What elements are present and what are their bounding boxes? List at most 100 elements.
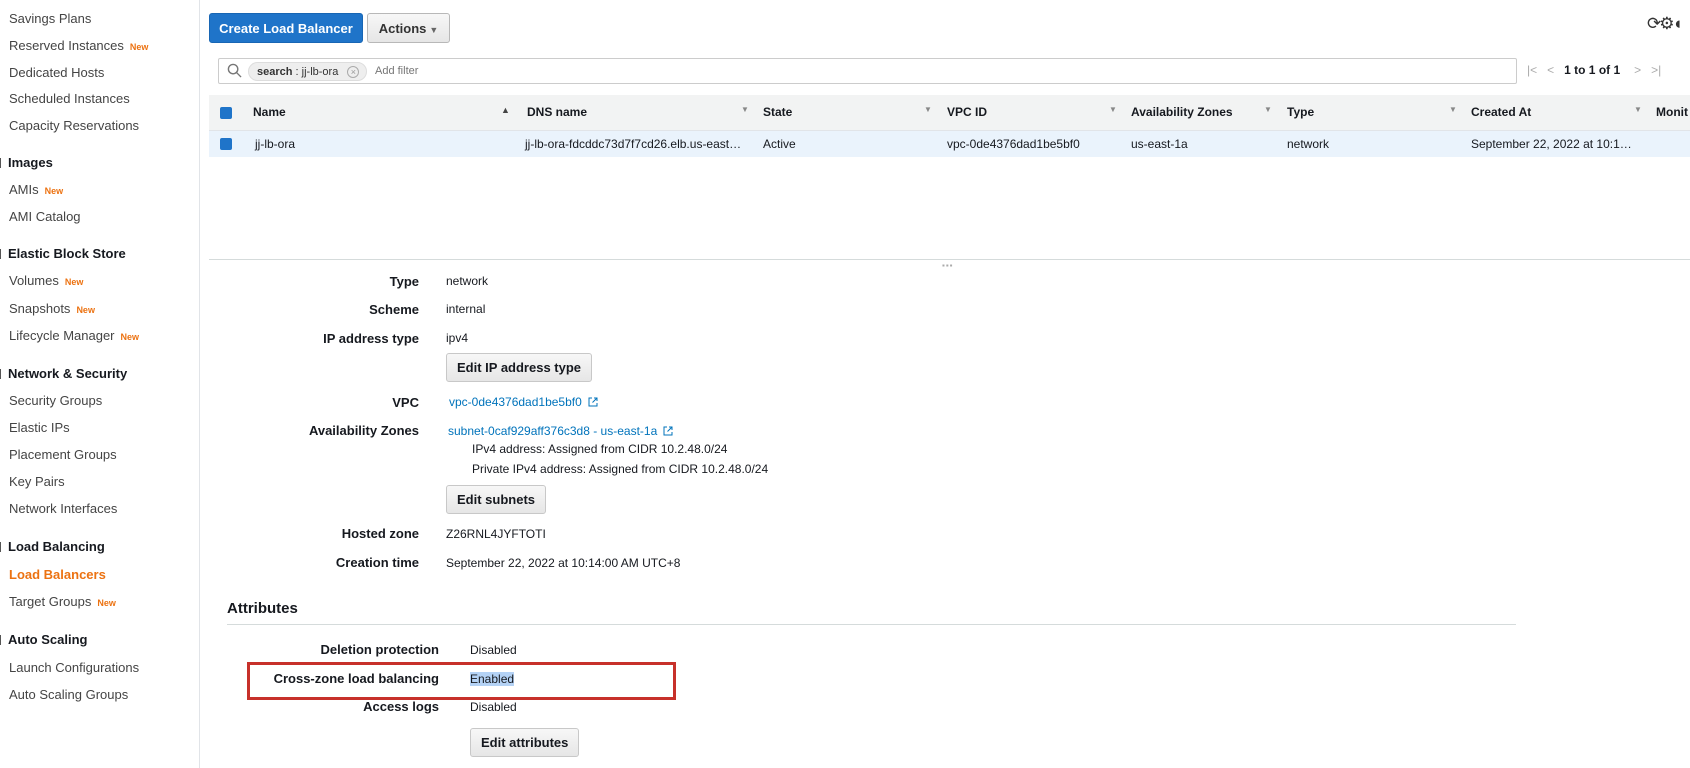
- settings-icon[interactable]: ⚙: [1659, 14, 1674, 33]
- attributes-heading: Attributes: [227, 600, 298, 617]
- filter-bar[interactable]: search : jj-lb-ora ×: [218, 58, 1517, 84]
- external-link-icon: [663, 426, 673, 436]
- attributes-divider: [227, 624, 1516, 625]
- chevron-down-icon: ▼: [429, 24, 439, 35]
- sidebar-section-network-security[interactable]: Network & Security: [0, 366, 127, 381]
- column-monitoring[interactable]: Monit: [1656, 105, 1688, 119]
- cell-created-at: September 22, 2022 at 10:1…: [1471, 137, 1632, 151]
- type-value: network: [446, 274, 489, 288]
- cross-zone-load-balancing-label: Cross-zone load balancing: [273, 671, 439, 686]
- row-checkbox[interactable]: [220, 138, 232, 150]
- external-link-icon: [588, 397, 598, 407]
- sidebar-item-target-groups[interactable]: Target Groups New: [9, 594, 116, 609]
- close-icon[interactable]: ×: [347, 66, 360, 78]
- access-logs-value: Disabled: [470, 700, 517, 714]
- hosted-zone-value: Z26RNL4JYFTOTI: [446, 527, 546, 541]
- filter-token[interactable]: search : jj-lb-ora ×: [248, 62, 368, 81]
- column-vpc-id[interactable]: VPC ID: [947, 105, 987, 119]
- column-dns-name[interactable]: DNS name: [527, 105, 587, 119]
- sidebar-item-load-balancers[interactable]: Load Balancers: [9, 567, 106, 582]
- new-badge: New: [64, 277, 84, 287]
- sidebar-item-snapshots[interactable]: Snapshots New: [9, 301, 95, 316]
- sort-asc-icon[interactable]: ▲: [501, 105, 510, 115]
- ipv4-address-info: IPv4 address: Assigned from CIDR 10.2.48…: [472, 442, 728, 456]
- sidebar-item-security-groups[interactable]: Security Groups: [9, 393, 102, 408]
- sidebar-section-load-balancing[interactable]: Load Balancing: [0, 539, 105, 554]
- sidebar: Savings Plans Reserved Instances New Dedi…: [0, 0, 200, 768]
- sidebar-item-lifecycle-manager[interactable]: Lifecycle Manager New: [9, 328, 139, 343]
- sidebar-item-auto-scaling-groups[interactable]: Auto Scaling Groups: [9, 687, 128, 702]
- refresh-icon[interactable]: ⟳: [1647, 14, 1661, 33]
- sort-icon[interactable]: ▼: [1449, 105, 1457, 114]
- add-filter-input[interactable]: [375, 65, 575, 77]
- subnet-link[interactable]: subnet-0caf929aff376c3d8 - us-east-1a: [448, 424, 673, 438]
- toolbar-icons: ⟳⚙◖: [1647, 14, 1683, 34]
- sidebar-item-launch-configurations[interactable]: Launch Configurations: [9, 660, 139, 675]
- sidebar-item-placement-groups[interactable]: Placement Groups: [9, 447, 117, 462]
- create-load-balancer-button[interactable]: Create Load Balancer: [209, 13, 363, 43]
- creation-time-label: Creation time: [335, 555, 419, 570]
- vpc-link[interactable]: vpc-0de4376dad1be5bf0: [449, 395, 598, 409]
- ip-address-type-value: ipv4: [446, 331, 469, 345]
- sort-icon[interactable]: ▼: [1109, 105, 1117, 114]
- column-state[interactable]: State: [763, 105, 792, 119]
- select-all-checkbox[interactable]: [220, 107, 232, 119]
- sidebar-item-volumes[interactable]: Volumes New: [9, 273, 83, 288]
- sort-icon[interactable]: ▼: [741, 105, 749, 114]
- new-badge: New: [129, 42, 149, 52]
- sidebar-item-key-pairs[interactable]: Key Pairs: [9, 474, 65, 489]
- creation-time-value: September 22, 2022 at 10:14:00 AM UTC+8: [446, 556, 681, 570]
- cell-vpc-id: vpc-0de4376dad1be5bf0: [947, 137, 1080, 151]
- edit-ip-address-type-button[interactable]: Edit IP address type: [446, 353, 593, 382]
- private-ipv4-address-info: Private IPv4 address: Assigned from CIDR…: [472, 462, 769, 476]
- type-label: Type: [389, 274, 419, 289]
- deletion-protection-value: Disabled: [470, 643, 517, 657]
- sidebar-item-elastic-ips[interactable]: Elastic IPs: [9, 420, 70, 435]
- sidebar-section-images[interactable]: Images: [0, 155, 53, 170]
- table-row[interactable]: jj-lb-ora jj-lb-ora-fdcddc73d7f7cd26.elb…: [209, 131, 1690, 157]
- sidebar-item-network-interfaces[interactable]: Network Interfaces: [9, 501, 117, 516]
- search-icon: [227, 63, 242, 78]
- sort-icon[interactable]: ▼: [1264, 105, 1272, 114]
- sidebar-item-savings-plans[interactable]: Savings Plans: [9, 11, 91, 26]
- sidebar-item-amis[interactable]: AMIs New: [9, 182, 63, 197]
- new-badge: New: [97, 598, 116, 608]
- next-page-icon[interactable]: >: [1634, 63, 1641, 77]
- ip-address-type-label: IP address type: [323, 331, 419, 346]
- edit-attributes-button[interactable]: Edit attributes: [470, 728, 580, 757]
- pager-text: 1 to 1 of 1: [1564, 63, 1621, 77]
- cell-dns-name: jj-lb-ora-fdcddc73d7f7cd26.elb.us-east…: [525, 137, 742, 151]
- sidebar-item-ami-catalog[interactable]: AMI Catalog: [9, 209, 81, 224]
- availability-zones-label: Availability Zones: [308, 423, 419, 438]
- sidebar-item-capacity-reservations[interactable]: Capacity Reservations: [9, 118, 139, 133]
- prev-page-icon[interactable]: <: [1547, 63, 1554, 77]
- sidebar-item-scheduled-instances[interactable]: Scheduled Instances: [9, 91, 130, 106]
- sidebar-item-reserved-instances[interactable]: Reserved Instances New: [9, 38, 148, 53]
- table-header: Name ▲ DNS name ▼ State ▼ VPC ID ▼ Avail…: [209, 95, 1690, 131]
- drag-handle-icon[interactable]: ▪▪▪: [942, 261, 954, 270]
- sidebar-section-elastic-block-store[interactable]: Elastic Block Store: [0, 246, 126, 261]
- new-badge: New: [76, 305, 95, 315]
- first-page-icon[interactable]: |<: [1527, 63, 1537, 77]
- new-badge: New: [44, 186, 64, 196]
- deletion-protection-label: Deletion protection: [320, 642, 439, 657]
- pagination: |< <1 to 1 of 1 > >|: [1527, 63, 1671, 77]
- access-logs-label: Access logs: [363, 699, 439, 714]
- column-availability-zones[interactable]: Availability Zones: [1131, 105, 1233, 119]
- scheme-value: internal: [446, 302, 486, 316]
- actions-button[interactable]: Actions ▼: [367, 13, 450, 43]
- sort-icon[interactable]: ▼: [924, 105, 932, 114]
- cross-zone-load-balancing-value: Enabled: [470, 672, 515, 686]
- cell-name: jj-lb-ora: [255, 137, 296, 151]
- column-type[interactable]: Type: [1287, 105, 1314, 119]
- column-name[interactable]: Name: [253, 105, 286, 119]
- edit-subnets-button[interactable]: Edit subnets: [446, 485, 547, 514]
- column-created-at[interactable]: Created At: [1471, 105, 1531, 119]
- vpc-label: VPC: [392, 395, 419, 410]
- sidebar-item-dedicated-hosts[interactable]: Dedicated Hosts: [9, 65, 104, 80]
- sort-icon[interactable]: ▼: [1634, 105, 1642, 114]
- pane-divider[interactable]: [209, 259, 1690, 260]
- help-icon[interactable]: ◖: [1673, 14, 1683, 33]
- last-page-icon[interactable]: >|: [1651, 63, 1661, 77]
- sidebar-section-auto-scaling[interactable]: Auto Scaling: [0, 632, 87, 647]
